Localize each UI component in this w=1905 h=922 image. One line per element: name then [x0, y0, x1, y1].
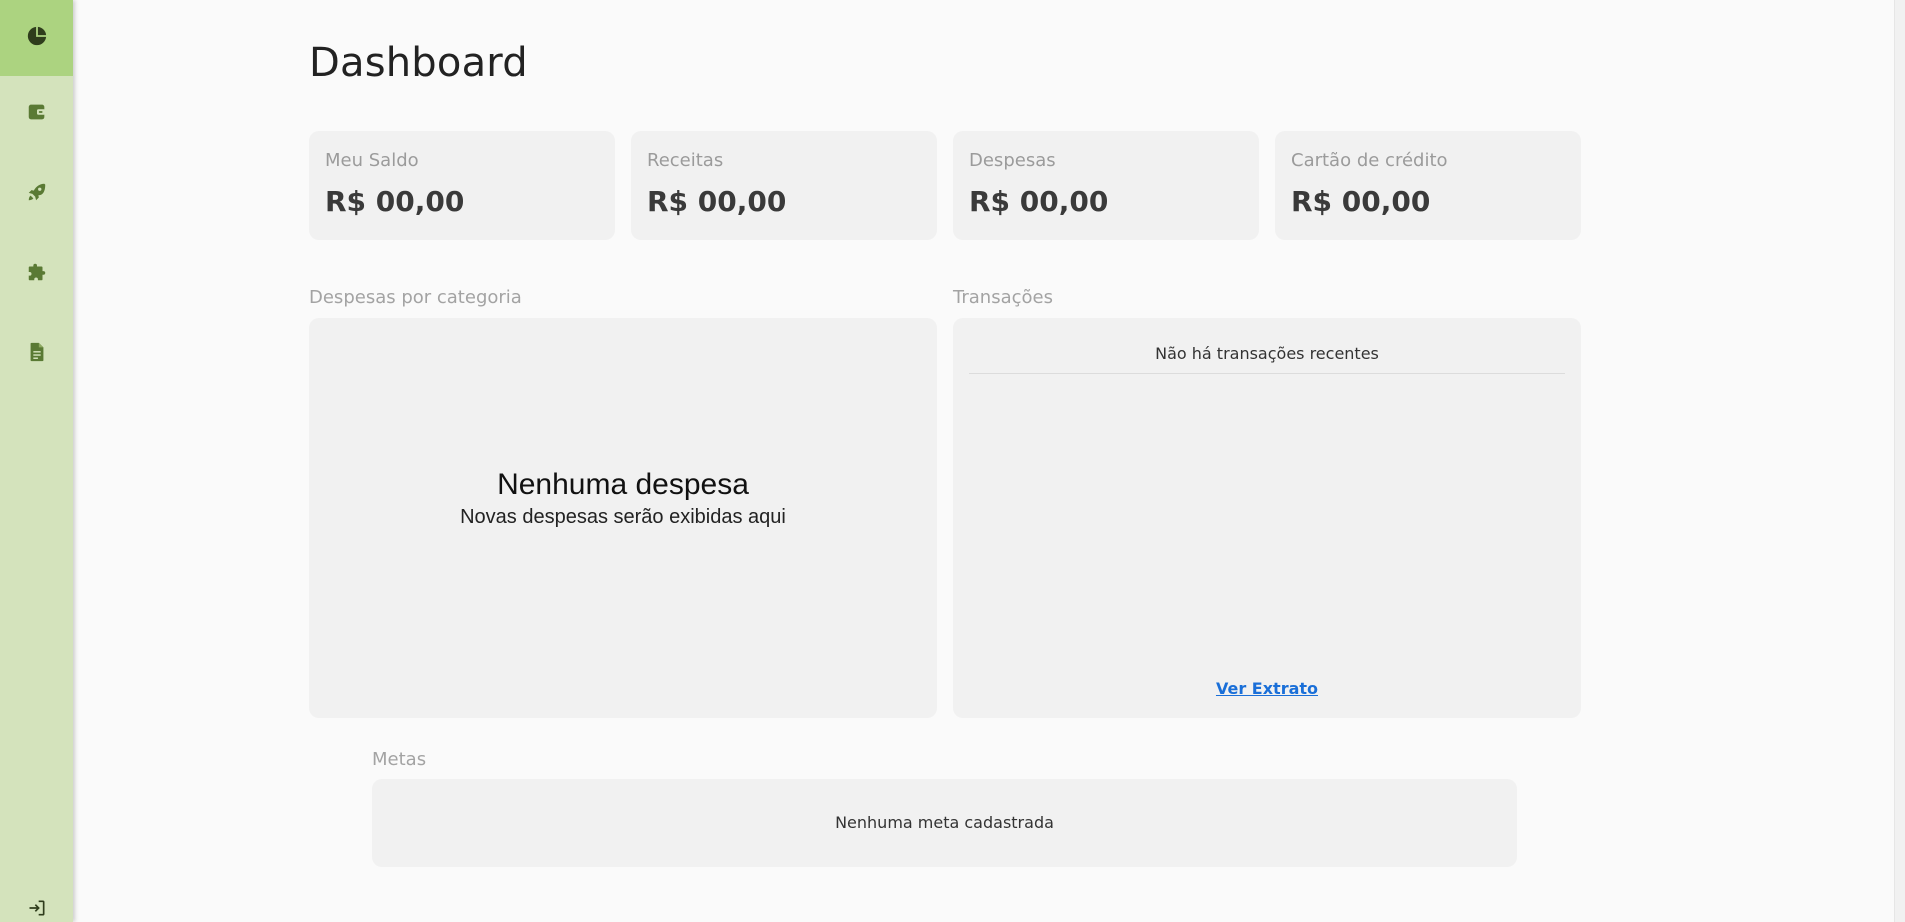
logout-icon	[27, 898, 47, 922]
transactions-heading: Transações	[953, 287, 1053, 308]
page-title: Dashboard	[309, 40, 528, 86]
rocket-icon	[26, 181, 48, 207]
pie-chart-icon	[26, 25, 48, 51]
puzzle-icon	[26, 261, 48, 287]
card-value: R$ 00,00	[325, 185, 465, 218]
card-credit-card: Cartão de crédito R$ 00,00	[1275, 131, 1581, 240]
sidebar	[0, 0, 73, 922]
sidebar-item-reports[interactable]	[0, 316, 73, 392]
card-label: Cartão de crédito	[1291, 150, 1448, 171]
card-label: Receitas	[647, 150, 724, 171]
sidebar-item-wallet[interactable]	[0, 76, 73, 152]
expenses-by-category-panel: Nenhuma despesa Novas despesas serão exi…	[309, 318, 937, 718]
expenses-empty-title: Nenhuma despesa	[497, 468, 749, 501]
card-value: R$ 00,00	[1291, 185, 1431, 218]
logout-button[interactable]	[0, 898, 73, 922]
goals-empty-text: Nenhuma meta cadastrada	[835, 813, 1054, 832]
sidebar-item-integrations[interactable]	[0, 236, 73, 312]
card-expenses: Despesas R$ 00,00	[953, 131, 1259, 240]
goals-heading: Metas	[372, 749, 427, 770]
scrollbar[interactable]	[1894, 0, 1905, 922]
card-value: R$ 00,00	[969, 185, 1109, 218]
card-label: Despesas	[969, 150, 1056, 171]
wallet-icon	[26, 101, 48, 127]
sidebar-item-dashboard[interactable]	[0, 0, 73, 76]
transactions-empty-text: Não há transações recentes	[969, 344, 1565, 374]
goals-panel: Nenhuma meta cadastrada	[372, 779, 1517, 867]
sidebar-item-goals[interactable]	[0, 156, 73, 232]
expenses-empty-subtitle: Novas despesas serão exibidas aqui	[460, 506, 786, 528]
card-balance: Meu Saldo R$ 00,00	[309, 131, 615, 240]
document-icon	[26, 341, 48, 367]
transactions-panel: Não há transações recentes Ver Extrato	[953, 318, 1581, 718]
card-value: R$ 00,00	[647, 185, 787, 218]
card-label: Meu Saldo	[325, 150, 419, 171]
expenses-by-category-heading: Despesas por categoria	[309, 287, 522, 308]
view-statement-link[interactable]: Ver Extrato	[953, 679, 1581, 698]
card-income: Receitas R$ 00,00	[631, 131, 937, 240]
